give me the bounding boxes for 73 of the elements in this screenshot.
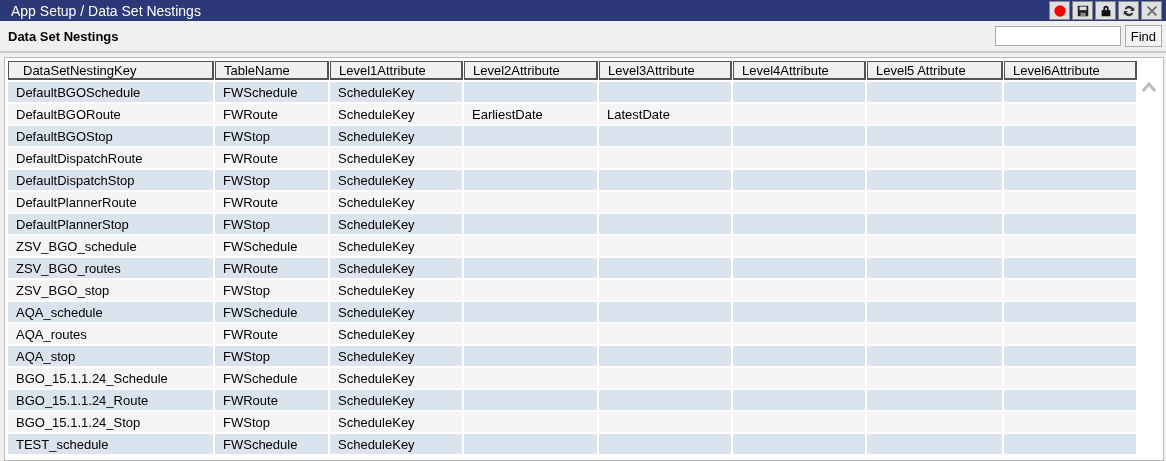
table-cell: ScheduleKey xyxy=(330,324,462,344)
table-cell: DefaultDispatchRoute xyxy=(8,148,213,168)
table-cell: FWRoute xyxy=(215,258,328,278)
table-cell: ScheduleKey xyxy=(330,368,462,388)
table-cell: ScheduleKey xyxy=(330,170,462,190)
table-cell: ScheduleKey xyxy=(330,280,462,300)
table-cell: FWStop xyxy=(215,126,328,146)
table-cell: BGO_15.1.1.24_Route xyxy=(8,390,213,410)
record-icon xyxy=(1052,3,1067,18)
table-cell: FWSchedule xyxy=(215,236,328,256)
table-cell: FWStop xyxy=(215,170,328,190)
column-header[interactable]: DataSetNestingKey xyxy=(8,61,214,80)
refresh-button[interactable] xyxy=(1118,1,1139,20)
table-cell: ScheduleKey xyxy=(330,126,462,146)
table-cell: ScheduleKey xyxy=(330,302,462,322)
close-icon xyxy=(1144,3,1159,18)
table-cell: AQA_schedule xyxy=(8,302,213,322)
table-cell: ScheduleKey xyxy=(330,390,462,410)
refresh-icon xyxy=(1121,3,1136,18)
table-cell: ScheduleKey xyxy=(330,148,462,168)
table-cell: ZSV_BGO_routes xyxy=(8,258,213,278)
table-cell: DefaultBGORoute xyxy=(8,104,213,124)
table-cell: ScheduleKey xyxy=(330,192,462,212)
table-cell: EarliestDate xyxy=(464,104,597,124)
table-cell: DefaultBGOStop xyxy=(8,126,213,146)
page-title: Data Set Nestings xyxy=(8,28,119,44)
table-cell: FWRoute xyxy=(215,390,328,410)
table-cell: TEST_schedule xyxy=(8,434,213,454)
table-cell: ScheduleKey xyxy=(330,346,462,366)
close-button[interactable] xyxy=(1141,1,1162,20)
column-header[interactable]: TableName xyxy=(215,61,329,80)
save-button[interactable] xyxy=(1072,1,1093,20)
table-cell: FWRoute xyxy=(215,104,328,124)
table-cell: FWSchedule xyxy=(215,434,328,454)
table-cell: FWStop xyxy=(215,280,328,300)
table-cell: ScheduleKey xyxy=(330,258,462,278)
table-cell: ZSV_BGO_schedule xyxy=(8,236,213,256)
table-cell: DefaultPlannerRoute xyxy=(8,192,213,212)
save-icon xyxy=(1075,3,1090,18)
table-cell: FWSchedule xyxy=(215,368,328,388)
table-cell: ZSV_BGO_stop xyxy=(8,280,213,300)
table-cell: AQA_routes xyxy=(8,324,213,344)
table-cell: FWRoute xyxy=(215,148,328,168)
table-cell: AQA_stop xyxy=(8,346,213,366)
table-cell: BGO_15.1.1.24_Schedule xyxy=(8,368,213,388)
find-button[interactable]: Find xyxy=(1124,25,1162,47)
table-cell: FWSchedule xyxy=(215,302,328,322)
window-title: App Setup / Data Set Nestings xyxy=(10,2,201,19)
table-cell: ScheduleKey xyxy=(330,214,462,234)
table-cell: FWRoute xyxy=(215,324,328,344)
search-field[interactable] xyxy=(994,26,1121,46)
table-cell: ScheduleKey xyxy=(330,434,462,454)
table-cell: ScheduleKey xyxy=(330,82,462,102)
table-cell: ScheduleKey xyxy=(330,412,462,432)
column-header[interactable]: Level3Attribute xyxy=(599,61,732,80)
column-header[interactable]: Level5 Attribute xyxy=(867,61,1003,80)
column-header[interactable]: Level2Attribute xyxy=(464,61,598,80)
table-cell: FWRoute xyxy=(215,192,328,212)
table-cell: FWStop xyxy=(215,412,328,432)
table-cell: ScheduleKey xyxy=(330,104,462,124)
table-cell: DefaultDispatchStop xyxy=(8,170,213,190)
column-header[interactable]: Level6Attribute xyxy=(1004,61,1137,80)
table-cell: DefaultBGOSchedule xyxy=(8,82,213,102)
column-header[interactable]: Level1Attribute xyxy=(330,61,463,80)
table-cell: FWStop xyxy=(215,346,328,366)
table-cell: FWSchedule xyxy=(215,82,328,102)
table-cell: ScheduleKey xyxy=(330,236,462,256)
column-header[interactable]: Level4Attribute xyxy=(733,61,866,80)
table-cell: FWStop xyxy=(215,214,328,234)
table-cell: LatestDate xyxy=(599,104,731,124)
lock-button[interactable] xyxy=(1095,1,1116,20)
table-cell: BGO_15.1.1.24_Stop xyxy=(8,412,213,432)
table-cell: DefaultPlannerStop xyxy=(8,214,213,234)
